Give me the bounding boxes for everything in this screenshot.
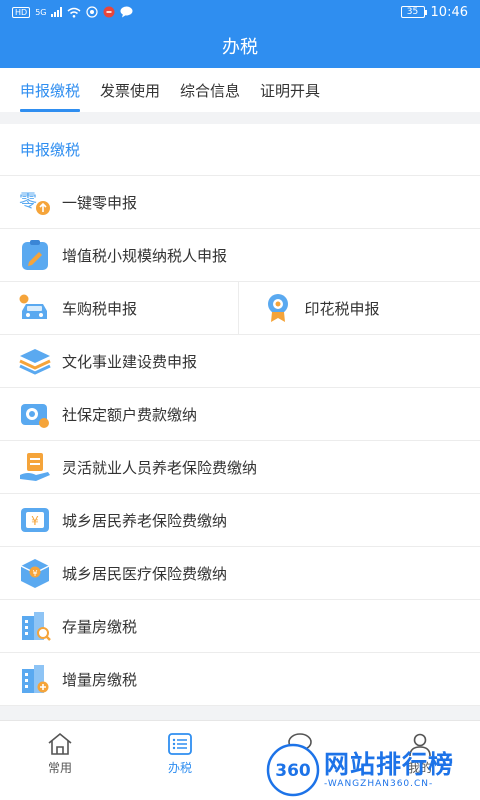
tab-certificate[interactable]: 证明开具 bbox=[252, 68, 328, 112]
wallet-icon bbox=[18, 397, 52, 431]
list-item-new-house[interactable]: 增量房缴税 bbox=[0, 653, 480, 706]
nav-tax[interactable]: 办税 bbox=[120, 721, 240, 800]
list-item-resident-medical[interactable]: ¥ 城乡居民医疗保险费缴纳 bbox=[0, 547, 480, 600]
app-header: HD 5G 35 10:46 办税 bbox=[0, 0, 480, 68]
list-item-label: 城乡居民医疗保险费缴纳 bbox=[62, 564, 228, 583]
list-item-zero-declare[interactable]: 零 一键零申报 bbox=[0, 176, 480, 229]
list-item-stock-house[interactable]: 存量房缴税 bbox=[0, 600, 480, 653]
list-item-label: 存量房缴税 bbox=[62, 617, 138, 636]
message-icon bbox=[120, 6, 133, 18]
section-divider bbox=[0, 112, 480, 124]
list-item-social-security[interactable]: 社保定额户费款缴纳 bbox=[0, 388, 480, 441]
hd-badge: HD bbox=[12, 6, 31, 18]
medical-box-icon: ¥ bbox=[18, 556, 52, 590]
list-item-label: 增量房缴税 bbox=[62, 670, 138, 689]
building-search-icon bbox=[18, 609, 52, 643]
hand-document-icon bbox=[18, 450, 52, 484]
watermark-badge-text: 360 bbox=[275, 761, 311, 781]
list-icon bbox=[168, 733, 192, 755]
list-item-label: 城乡居民养老保险费缴纳 bbox=[62, 511, 228, 530]
list-item-label: 车购税申报 bbox=[62, 299, 138, 318]
watermark-cn: 网站排行榜 bbox=[324, 750, 455, 779]
list-row-split: 车购税申报 印花税申报 bbox=[0, 282, 480, 335]
list-item-label: 社保定额户费款缴纳 bbox=[62, 405, 198, 424]
yuan-glyph: ¥ bbox=[31, 514, 39, 528]
stamp-icon bbox=[261, 291, 295, 325]
list-item-vat[interactable]: 增值税小规模纳税人申报 bbox=[0, 229, 480, 282]
list-item-label: 文化事业建设费申报 bbox=[62, 352, 198, 371]
tab-invoice[interactable]: 发票使用 bbox=[92, 68, 168, 112]
list-item-label: 灵活就业人员养老保险费缴纳 bbox=[62, 458, 258, 477]
yuan-card-icon: ¥ bbox=[18, 503, 52, 537]
tab-declare-pay[interactable]: 申报缴税 bbox=[12, 68, 88, 112]
list-item-vehicle-tax[interactable]: 车购税申报 bbox=[0, 282, 239, 334]
car-icon bbox=[18, 291, 52, 325]
section-title: 申报缴税 bbox=[0, 124, 480, 176]
list-item-label: 印花税申报 bbox=[304, 299, 380, 318]
wifi-icon bbox=[68, 7, 81, 18]
clipboard-icon bbox=[18, 238, 52, 272]
zero-icon-glyph: 零 bbox=[19, 191, 37, 212]
list-item-resident-pension[interactable]: ¥ 城乡居民养老保险费缴纳 bbox=[0, 494, 480, 547]
list-item-flexible-pension[interactable]: 灵活就业人员养老保险费缴纳 bbox=[0, 441, 480, 494]
list-item-stamp-tax[interactable]: 印花税申报 bbox=[239, 282, 480, 334]
tab-info[interactable]: 综合信息 bbox=[172, 68, 248, 112]
page-title: 办税 bbox=[222, 37, 258, 58]
nav-label: 办税 bbox=[167, 761, 192, 775]
status-bar: HD 5G 35 10:46 bbox=[0, 0, 480, 24]
list-item-culture-fee[interactable]: 文化事业建设费申报 bbox=[0, 335, 480, 388]
service-list: 申报缴税 零 一键零申报 增值税小规模纳税人申报 车购税申报 印花税申报 文化事… bbox=[0, 124, 480, 706]
watermark: 360 网站排行榜 -WANGZHAN360.CN- bbox=[266, 740, 480, 800]
zero-declare-icon: 零 bbox=[18, 185, 52, 219]
signal-icon bbox=[51, 7, 63, 17]
list-item-label: 增值税小规模纳税人申报 bbox=[62, 246, 228, 265]
home-icon bbox=[48, 732, 72, 755]
list-item-label: 一键零申报 bbox=[62, 193, 138, 212]
status-time: 10:46 bbox=[430, 4, 468, 20]
nav-common[interactable]: 常用 bbox=[0, 721, 120, 800]
watermark-360-logo: 360 bbox=[266, 743, 320, 797]
network-label: 5G bbox=[35, 7, 47, 17]
building-add-icon bbox=[18, 662, 52, 696]
yuan-glyph: ¥ bbox=[32, 569, 37, 578]
app-notification-icon bbox=[103, 6, 115, 18]
tab-bar: 申报缴税 发票使用 综合信息 证明开具 bbox=[0, 68, 480, 112]
notification-icon bbox=[86, 6, 99, 18]
layers-icon bbox=[18, 344, 52, 378]
battery-icon: 35 bbox=[400, 6, 427, 18]
watermark-en: -WANGZHAN360.CN- bbox=[324, 779, 434, 789]
nav-label: 常用 bbox=[47, 761, 72, 775]
